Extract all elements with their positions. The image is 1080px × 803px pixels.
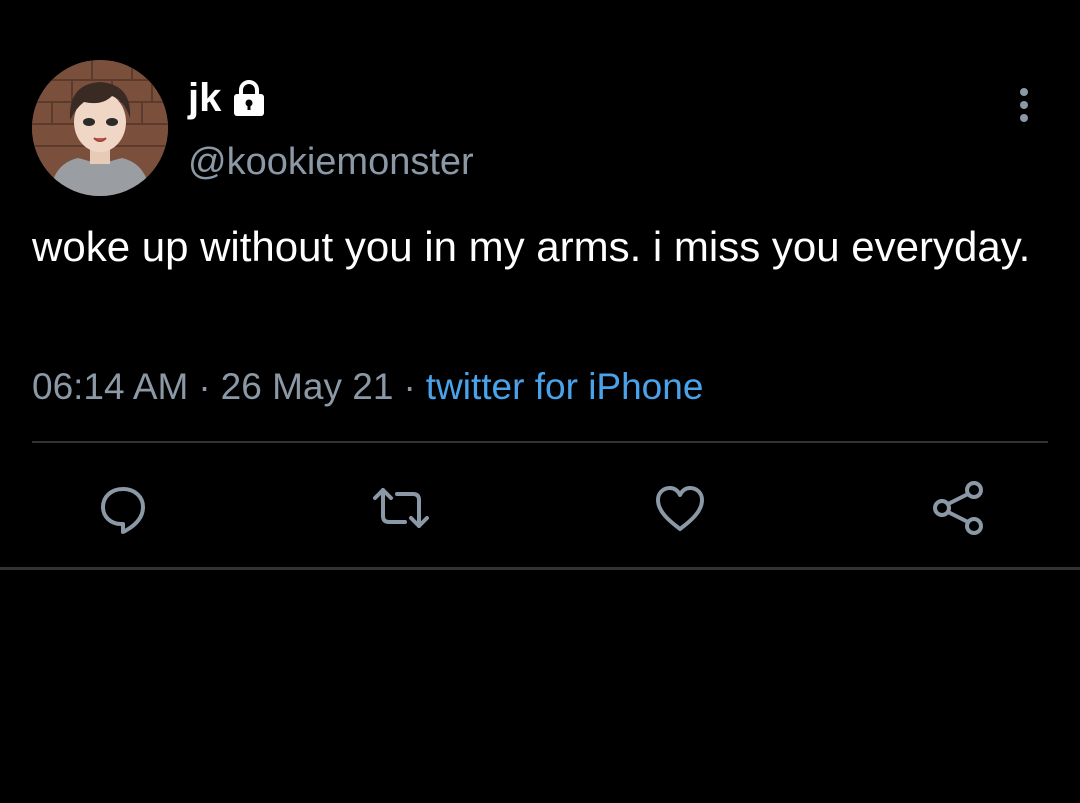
- more-options-icon[interactable]: [1008, 86, 1040, 126]
- meta-separator: ·: [403, 366, 416, 407]
- heart-icon: [656, 486, 704, 531]
- share-icon: [933, 481, 983, 535]
- tweet-source-link[interactable]: twitter for iPhone: [426, 366, 704, 407]
- user-name-row: jk: [188, 76, 269, 120]
- retweet-button[interactable]: [371, 478, 431, 538]
- tweet-detail: jk @kookiemonster woke up without you in…: [0, 0, 1080, 803]
- like-button[interactable]: [650, 478, 710, 538]
- tweet-meta: 06:14 AM · 26 May 21 · twitter for iPhone: [32, 364, 703, 410]
- tweet-actions: [0, 470, 1080, 550]
- share-button[interactable]: [928, 478, 988, 538]
- reply-button[interactable]: [93, 478, 153, 538]
- lock-icon: [229, 79, 269, 119]
- display-name[interactable]: jk: [188, 76, 221, 120]
- tweet-date: 26 May 21: [220, 366, 394, 407]
- tweet-text: woke up without you in my arms. i miss y…: [32, 223, 1031, 270]
- user-handle[interactable]: @kookiemonster: [188, 140, 474, 184]
- divider: [32, 441, 1048, 443]
- divider: [0, 567, 1080, 570]
- avatar[interactable]: [32, 60, 168, 196]
- meta-separator: ·: [198, 366, 211, 407]
- retweet-icon: [373, 488, 429, 528]
- avatar-image: [32, 60, 168, 196]
- comment-icon: [101, 487, 145, 534]
- tweet-time: 06:14 AM: [32, 366, 189, 407]
